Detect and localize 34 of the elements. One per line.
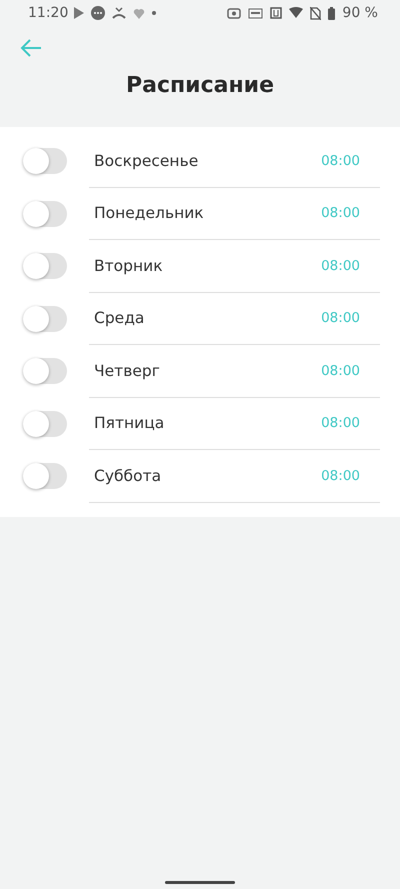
- dot-icon: [152, 11, 156, 15]
- day-name: Воскресенье: [94, 152, 198, 170]
- status-time: 11:20: [28, 5, 68, 21]
- alarm-time[interactable]: 08:00: [321, 415, 360, 432]
- home-indicator: [165, 881, 235, 884]
- day-name: Четверг: [94, 362, 160, 380]
- alarm-time[interactable]: 08:00: [321, 205, 360, 222]
- no-sim-icon: [310, 6, 322, 20]
- chat-icon: [91, 6, 106, 20]
- battery-icon: [328, 6, 336, 20]
- alarm-time[interactable]: 08:00: [321, 468, 360, 484]
- day-name: Суббота: [94, 466, 162, 485]
- toggle-switch[interactable]: [23, 148, 67, 174]
- alarm-time[interactable]: 08:00: [321, 258, 360, 274]
- alarm-time[interactable]: 08:00: [321, 362, 360, 379]
- toggle-switch[interactable]: [23, 306, 67, 332]
- heart-icon: [133, 8, 146, 18]
- wifi-icon: [289, 7, 304, 19]
- battery-level: 90 %: [342, 5, 378, 21]
- toggle-switch[interactable]: [23, 463, 67, 490]
- toggle-switch[interactable]: [23, 358, 67, 384]
- day-name: Понедельник: [94, 204, 204, 222]
- page-title: Расписание: [126, 72, 274, 98]
- toggle-switch[interactable]: [23, 410, 67, 437]
- day-name: Среда: [94, 309, 144, 328]
- day-name: Пятница: [94, 414, 164, 432]
- toggle-switch[interactable]: [23, 200, 67, 227]
- alarm-time[interactable]: 08:00: [321, 310, 360, 326]
- toggle-switch[interactable]: [23, 253, 67, 280]
- camera-icon: [227, 7, 242, 19]
- play-icon: [73, 7, 84, 19]
- back-button[interactable]: [19, 37, 43, 59]
- day-name: Вторник: [94, 256, 163, 275]
- alarm-time[interactable]: 08:00: [321, 152, 360, 169]
